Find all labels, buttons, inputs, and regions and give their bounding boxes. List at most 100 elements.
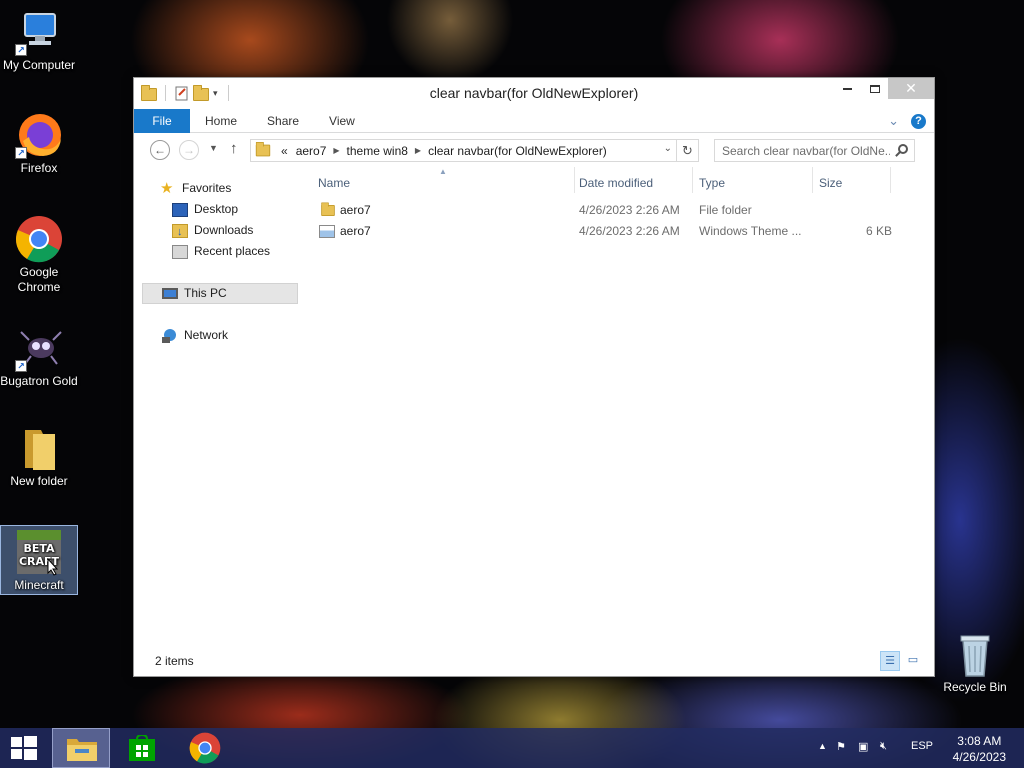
- column-header-type[interactable]: Type: [699, 173, 725, 193]
- file-date: 4/26/2023 2:26 AM: [579, 203, 680, 217]
- help-icon[interactable]: ?: [911, 113, 926, 129]
- start-button[interactable]: [0, 728, 48, 768]
- downloads-icon: [172, 222, 188, 243]
- column-divider[interactable]: [812, 167, 813, 193]
- search-input[interactable]: [722, 143, 890, 158]
- address-folder-icon: [255, 141, 271, 157]
- tab-home[interactable]: Home: [190, 109, 252, 132]
- tab-file[interactable]: File: [134, 109, 190, 133]
- mouse-cursor-icon: [47, 558, 59, 576]
- show-hidden-icons-icon[interactable]: ▲: [818, 741, 827, 751]
- desktop-icon: [172, 202, 188, 217]
- search-box[interactable]: [714, 139, 915, 162]
- nav-desktop[interactable]: Desktop: [172, 199, 238, 220]
- desktop-icon-my-computer[interactable]: ↗ My Computer: [0, 8, 78, 73]
- title-bar[interactable]: ▾ clear navbar(for OldNewExplorer) ✕: [134, 78, 934, 109]
- desktop-icon-chrome[interactable]: Google Chrome: [0, 215, 78, 295]
- desktop-icon-label: Minecraft: [14, 578, 64, 592]
- system-tray: ▲ ⚑ ▣ 🔇︎ ESP 3:08 AM 4/26/2023: [814, 728, 1024, 768]
- column-divider[interactable]: [574, 167, 575, 193]
- desktop-icon-firefox[interactable]: ↗ Firefox: [0, 111, 78, 176]
- maximize-button[interactable]: [861, 78, 888, 99]
- chrome-icon: [15, 215, 63, 263]
- desktop-icon-recycle-bin[interactable]: Recycle Bin: [936, 630, 1014, 695]
- file-name: aero7: [340, 224, 371, 238]
- nav-network[interactable]: Network: [162, 325, 228, 346]
- item-count: 2 items: [155, 654, 194, 668]
- network-icon: [162, 328, 178, 343]
- desktop-icon-minecraft[interactable]: BETA CRAFT Minecraft: [0, 525, 78, 595]
- nav-this-pc[interactable]: This PC: [142, 283, 298, 304]
- recent-places-icon: [172, 244, 188, 259]
- details-view-icon[interactable]: ☰: [880, 651, 900, 671]
- file-type: File folder: [699, 203, 752, 217]
- nav-label: Downloads: [194, 223, 254, 237]
- forward-button[interactable]: →: [179, 140, 199, 160]
- refresh-button[interactable]: ↻: [677, 139, 699, 162]
- nav-label: This PC: [184, 286, 227, 300]
- clock-time: 3:08 AM: [957, 734, 1002, 748]
- shortcut-arrow-icon: ↗: [15, 147, 27, 159]
- computer-icon: ↗: [15, 8, 63, 56]
- back-button[interactable]: ←: [150, 140, 170, 160]
- nav-label: Favorites: [182, 181, 232, 195]
- this-pc-icon: [162, 288, 178, 299]
- search-icon[interactable]: [898, 144, 908, 154]
- expand-ribbon-icon[interactable]: ⌄: [888, 113, 899, 129]
- taskbar-chrome[interactable]: [176, 728, 234, 768]
- volume-muted-icon[interactable]: 🔇︎: [880, 740, 887, 753]
- taskbar-store[interactable]: [114, 728, 172, 768]
- explorer-window: ▾ clear navbar(for OldNewExplorer) ✕ Fil…: [133, 77, 935, 677]
- minecraft-logo-text: BETA: [23, 542, 55, 555]
- chrome-icon: [189, 732, 221, 764]
- folder-icon: [15, 424, 63, 472]
- breadcrumb-theme-win8[interactable]: theme win8: [343, 144, 412, 158]
- file-type: Windows Theme ...: [699, 224, 802, 238]
- breadcrumb-current-folder[interactable]: clear navbar(for OldNewExplorer): [424, 144, 611, 158]
- tab-view[interactable]: View: [314, 109, 370, 132]
- recycle-bin-icon: [951, 630, 999, 678]
- address-dropdown-icon[interactable]: ⌄: [664, 143, 672, 154]
- shortcut-arrow-icon: ↗: [15, 360, 27, 372]
- minimize-button[interactable]: [834, 78, 861, 99]
- recent-locations-dropdown-icon[interactable]: ▼: [209, 143, 218, 153]
- nav-downloads[interactable]: Downloads: [172, 220, 254, 243]
- network-status-icon[interactable]: ▣: [858, 740, 868, 753]
- desktop-icon-bugatron[interactable]: ↗ Bugatron Gold: [0, 324, 78, 389]
- nav-label: Recent places: [194, 244, 271, 258]
- star-icon: ★: [160, 179, 174, 197]
- breadcrumb-aero7[interactable]: aero7: [292, 144, 331, 158]
- ribbon-tabs: File Home Share View ⌄ ?: [134, 109, 934, 133]
- clock[interactable]: 3:08 AM 4/26/2023: [953, 733, 1006, 765]
- firefox-icon: ↗: [15, 111, 63, 159]
- breadcrumb-overflow[interactable]: «: [277, 144, 292, 158]
- column-header-name[interactable]: Name: [318, 173, 350, 193]
- nav-recent-places[interactable]: Recent places: [172, 241, 270, 262]
- column-header-date-modified[interactable]: Date modified: [579, 173, 653, 193]
- action-center-flag-icon[interactable]: ⚑: [836, 740, 846, 753]
- navigation-bar: ← → ▼ ↑ « aero7 ▶ theme win8 ▶ clear nav…: [134, 133, 934, 167]
- close-button[interactable]: ✕: [888, 78, 934, 99]
- file-row[interactable]: aero7 4/26/2023 2:26 AM Windows Theme ..…: [314, 221, 894, 242]
- breadcrumb-separator-icon[interactable]: ▶: [412, 146, 424, 155]
- column-divider[interactable]: [890, 167, 891, 193]
- desktop-icon-label: My Computer: [2, 58, 76, 72]
- taskbar-file-explorer[interactable]: [52, 728, 110, 768]
- desktop-icon-new-folder[interactable]: New folder: [0, 424, 78, 489]
- nav-favorites[interactable]: ★ Favorites: [160, 178, 231, 199]
- column-header-size[interactable]: Size: [819, 173, 842, 193]
- desktop-icon-label: New folder: [10, 474, 68, 488]
- tab-share[interactable]: Share: [252, 109, 314, 132]
- up-button[interactable]: ↑: [230, 140, 238, 157]
- file-row[interactable]: aero7 4/26/2023 2:26 AM File folder: [314, 200, 894, 221]
- address-bar[interactable]: « aero7 ▶ theme win8 ▶ clear navbar(for …: [250, 139, 677, 162]
- column-divider[interactable]: [692, 167, 693, 193]
- large-icons-view-icon[interactable]: ▭: [903, 651, 923, 671]
- file-list: ▲ Name Date modified Type Size aero7 4/2…: [300, 167, 934, 646]
- breadcrumb-separator-icon[interactable]: ▶: [330, 146, 342, 155]
- bugatron-icon: ↗: [15, 324, 63, 372]
- shortcut-arrow-icon: ↗: [15, 44, 27, 56]
- store-icon: [129, 735, 155, 761]
- language-indicator[interactable]: ESP: [911, 740, 933, 752]
- desktop-icon-label: Firefox: [20, 161, 58, 175]
